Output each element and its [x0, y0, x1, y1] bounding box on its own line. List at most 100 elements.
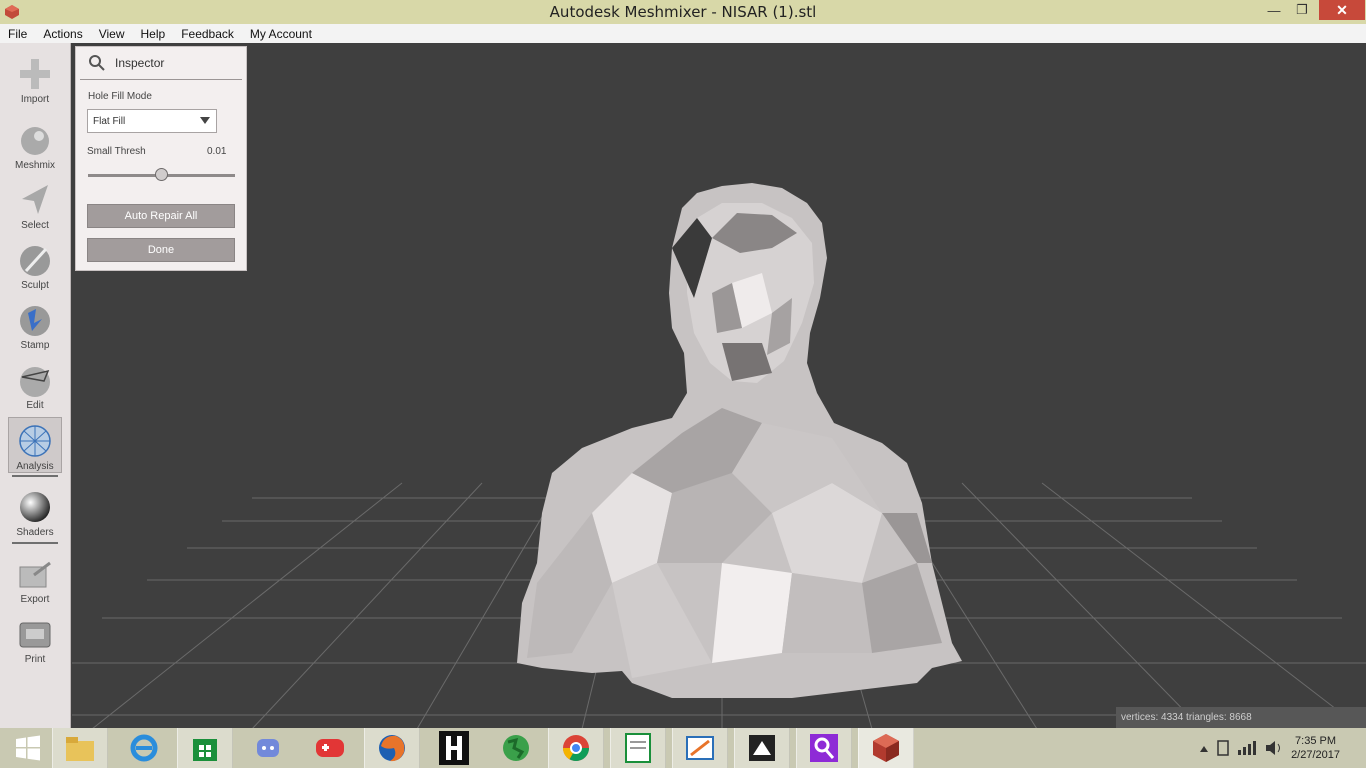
tool-shaders[interactable]: Shaders [8, 484, 62, 540]
menu-view[interactable]: View [91, 27, 133, 41]
tool-import[interactable]: Import [8, 51, 62, 107]
brush-icon [20, 246, 50, 276]
tool-export-label: Export [20, 594, 50, 605]
printer-icon [19, 622, 51, 648]
taskbar-store[interactable] [177, 728, 233, 768]
system-tray: 7:35 PM 2/27/2017 [1186, 728, 1366, 768]
taskbar-meshmixer[interactable] [858, 728, 914, 768]
inspector-title: Inspector [115, 56, 165, 70]
tool-stamp-label: Stamp [20, 340, 50, 351]
title-bar: Autodesk Meshmixer - NISAR (1).stl — ❐ ✕ [0, 0, 1366, 24]
analysis-sphere-icon [19, 425, 51, 457]
globe-icon [503, 735, 529, 761]
menu-bar: File Actions View Help Feedback My Accou… [0, 24, 1366, 43]
taskbar-internet-explorer[interactable] [116, 728, 172, 768]
taskbar-game-app[interactable] [302, 728, 358, 768]
tool-stamp[interactable]: Stamp [8, 297, 62, 353]
magnifier-icon [89, 55, 105, 71]
meshmixer-taskbar-icon [873, 734, 899, 762]
plus-icon [20, 59, 50, 89]
tool-analysis[interactable]: Analysis [8, 417, 62, 473]
magnifier-app-icon [810, 734, 838, 762]
tool-select[interactable]: Select [8, 177, 62, 233]
window-title: Autodesk Meshmixer - NISAR (1).stl [549, 3, 817, 21]
chevron-down-icon [200, 117, 210, 124]
tool-import-label: Import [20, 94, 50, 105]
edit-sphere-icon [20, 367, 50, 397]
3d-viewport[interactable] [72, 43, 1366, 729]
toolbar-separator [12, 475, 58, 477]
done-button[interactable]: Done [87, 238, 235, 262]
tool-print-label: Print [24, 654, 46, 665]
h-app-icon [439, 731, 469, 765]
hole-fill-mode-label: Hole Fill Mode [88, 91, 152, 102]
show-hidden-icons-icon [1200, 746, 1208, 752]
taskbar-search-app[interactable] [796, 728, 852, 768]
taskbar-globe-app[interactable] [488, 728, 544, 768]
viewport-scene [72, 43, 1366, 729]
stamp-icon [20, 306, 50, 336]
tool-meshmix-label: Meshmix [14, 160, 55, 171]
menu-feedback[interactable]: Feedback [173, 27, 242, 41]
mesh-stats: vertices: 4334 triangles: 8668 [1116, 707, 1366, 728]
chrome-icon [562, 735, 590, 762]
small-thresh-slider-handle[interactable] [155, 168, 168, 181]
left-toolbar: Import Meshmix Select Sculpt Stamp Edit [0, 43, 71, 729]
menu-actions[interactable]: Actions [35, 27, 90, 41]
tool-shaders-label: Shaders [16, 527, 54, 538]
tool-meshmix[interactable]: Meshmix [8, 117, 62, 173]
sketch-icon [686, 736, 714, 760]
menu-my-account[interactable]: My Account [242, 27, 320, 41]
arrow-select-icon [22, 185, 48, 214]
taskbar-chrome[interactable] [548, 728, 604, 768]
close-button[interactable]: ✕ [1319, 0, 1365, 20]
tool-edit[interactable]: Edit [8, 357, 62, 413]
minimize-button[interactable]: — [1262, 0, 1286, 20]
inkscape-icon [749, 735, 775, 761]
tool-select-label: Select [21, 220, 49, 231]
auto-repair-all-button[interactable]: Auto Repair All [87, 204, 235, 228]
taskbar-clock[interactable]: 7:35 PM 2/27/2017 [1291, 734, 1340, 762]
toolbar-separator [12, 542, 58, 544]
small-thresh-label: Small Thresh [87, 146, 146, 157]
clock-time: 7:35 PM [1295, 735, 1337, 747]
folder-icon [66, 737, 94, 761]
taskbar-file-explorer[interactable] [52, 728, 108, 768]
tray-icons [1200, 740, 1280, 756]
tool-analysis-label: Analysis [16, 461, 54, 472]
hole-fill-mode-select[interactable]: Flat Fill [87, 109, 217, 133]
gamepad-icon [316, 739, 344, 757]
windows-logo-icon [16, 735, 40, 761]
discord-icon [257, 739, 279, 757]
battery-icon [1217, 740, 1229, 756]
tool-sculpt-label: Sculpt [21, 280, 49, 291]
small-thresh-value: 0.01 [207, 146, 227, 157]
maximize-button[interactable]: ❐ [1290, 0, 1314, 20]
inspector-panel: Inspector Hole Fill Mode Flat Fill Small… [75, 46, 247, 271]
taskbar-firefox[interactable] [364, 728, 420, 768]
menu-file[interactable]: File [0, 27, 35, 41]
taskbar-inkscape[interactable] [734, 728, 790, 768]
meshmixer-app-icon[interactable] [4, 4, 20, 20]
taskbar-discord[interactable] [240, 728, 296, 768]
volume-icon [1266, 741, 1275, 755]
hole-fill-mode-value: Flat Fill [93, 115, 126, 127]
store-icon [193, 739, 217, 761]
inspector-header: Inspector [80, 47, 242, 80]
firefox-icon [379, 735, 405, 762]
taskbar-h-app[interactable] [426, 728, 482, 768]
start-button[interactable] [0, 728, 56, 768]
taskbar-sketch-app[interactable] [672, 728, 728, 768]
tool-export[interactable]: Export [8, 551, 62, 607]
tool-edit-label: Edit [26, 400, 44, 411]
menu-help[interactable]: Help [133, 27, 174, 41]
taskbar: 7:35 PM 2/27/2017 [0, 728, 1366, 768]
shader-ball-icon [20, 492, 50, 522]
tool-print[interactable]: Print [8, 611, 62, 667]
export-icon [19, 561, 51, 588]
ie-icon [130, 734, 158, 762]
notepad-icon [625, 733, 651, 763]
bunny-icon [21, 127, 49, 155]
taskbar-notepad-app[interactable] [610, 728, 666, 768]
tool-sculpt[interactable]: Sculpt [8, 237, 62, 293]
